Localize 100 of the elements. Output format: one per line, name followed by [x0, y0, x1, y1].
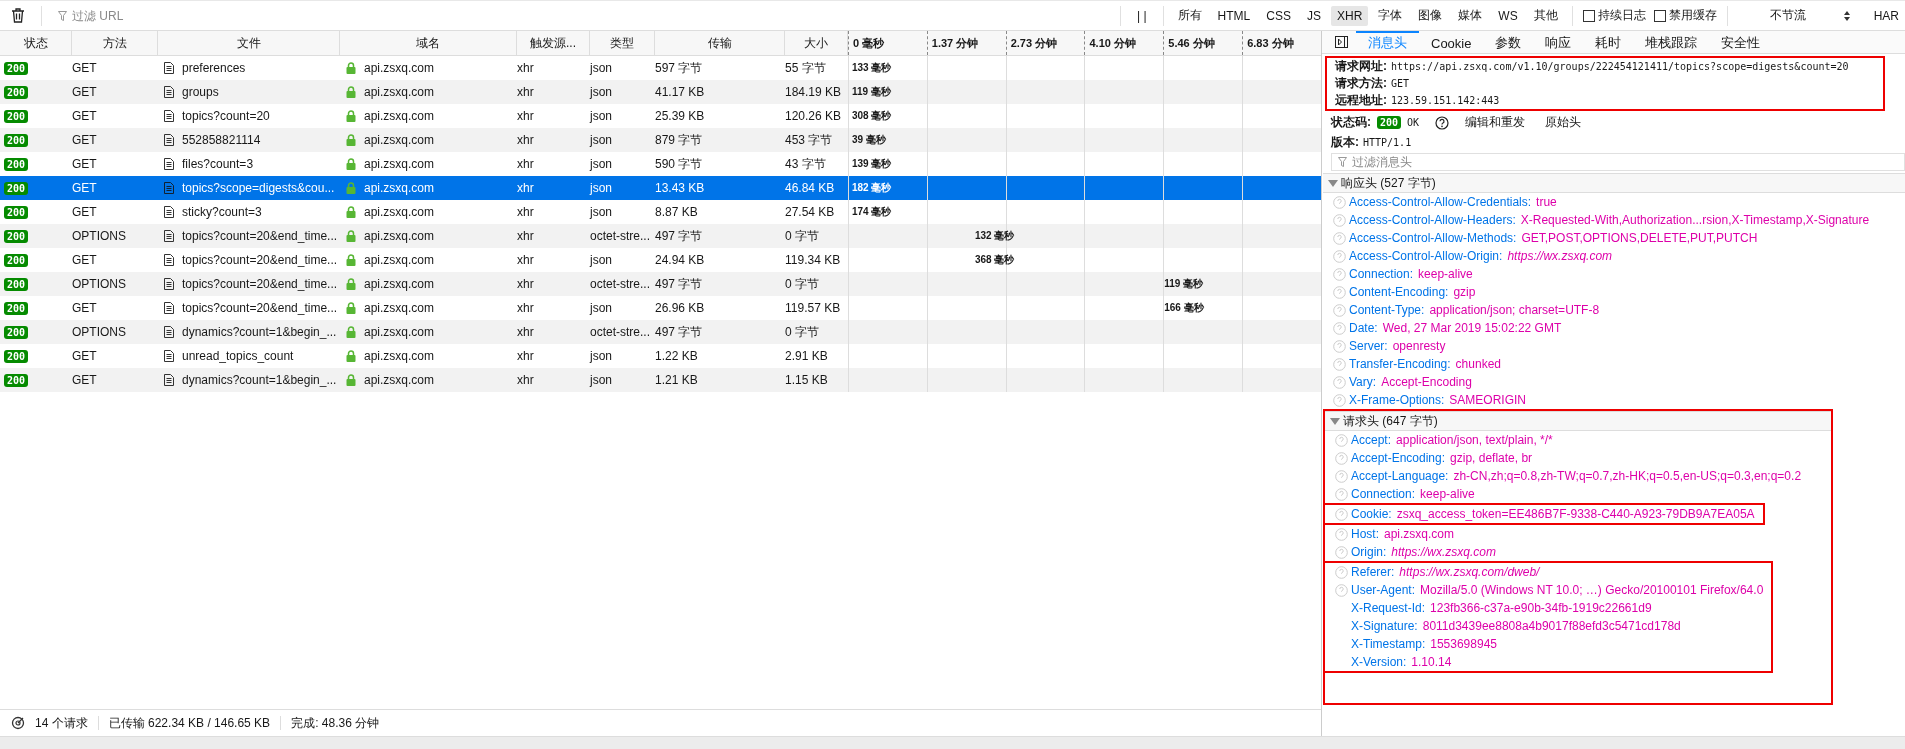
field-value: https://api.zsxq.com/v1.10/groups/222454121411/topics?scope=digests&count=20 — [1391, 61, 1849, 72]
details-tab[interactable]: 耗时 — [1583, 31, 1634, 53]
type-filter-button[interactable]: HTML — [1211, 5, 1257, 26]
details-tab[interactable]: 堆栈跟踪 — [1633, 31, 1710, 53]
header-filter-field[interactable]: 过滤消息头 — [1331, 153, 1905, 171]
table-cell: octet-stre... — [590, 229, 651, 243]
field-label: 版本: — [1331, 134, 1359, 151]
edit-resend-button[interactable]: 编辑和重发 — [1465, 114, 1526, 131]
raw-headers-button[interactable]: 原始头 — [1545, 114, 1582, 131]
type-filter-button[interactable]: 其他 — [1527, 4, 1564, 27]
har-button[interactable]: HAR — [1863, 5, 1905, 26]
table-cell: xhr — [517, 157, 534, 171]
table-cell: json — [590, 373, 612, 387]
type-filter-button[interactable]: 所有 — [1171, 4, 1208, 27]
timing-label: 139 毫秒 — [852, 157, 892, 171]
table-cell: topics?count=20&end_time... — [182, 277, 338, 291]
lock-icon — [346, 158, 356, 170]
throttle-select[interactable]: 不节流 — [1733, 7, 1864, 24]
details-tab[interactable]: Cookie — [1419, 31, 1484, 53]
status-code-badge: 200 — [4, 253, 29, 267]
table-cell: groups — [182, 85, 219, 99]
request-row[interactable]: 200 GET 552858821114 api.zsxq.com xhr json 879 字节 453 字节 39 毫秒 — [0, 128, 1321, 152]
type-filter-button[interactable]: XHR — [1330, 5, 1369, 26]
type-filter-button[interactable]: 媒体 — [1452, 4, 1489, 27]
section-header[interactable]: 响应头 (527 字节) — [1323, 173, 1905, 193]
table-cell: json — [590, 157, 612, 171]
help-icon[interactable] — [1435, 115, 1450, 130]
header-value: https://wx.zsxq.com/dweb/ — [1399, 565, 1540, 579]
field-label: 远程地址: — [1335, 92, 1387, 109]
table-cell: xhr — [517, 229, 534, 243]
header-name: X-Timestamp: — [1351, 637, 1426, 651]
column-header[interactable]: 触发源... — [517, 31, 590, 55]
pause-button[interactable]: | | — [1127, 5, 1157, 26]
table-cell: topics?count=20 — [182, 109, 270, 123]
header-value: gzip — [1453, 285, 1476, 299]
type-filter-button[interactable]: 图像 — [1412, 4, 1449, 27]
timing-label: 133 毫秒 — [852, 61, 892, 75]
table-cell: api.zsxq.com — [364, 205, 435, 219]
header-value: keep-alive — [1420, 487, 1475, 501]
filter-icon — [58, 10, 67, 21]
header-value: X-Requested-With,Authorization...rsion,X-Timestamp,X-Signature — [1520, 213, 1870, 227]
timing-label: 119 毫秒 — [852, 85, 891, 99]
checkbox[interactable] — [1582, 9, 1595, 22]
status-code-badge: 200 — [4, 157, 29, 171]
type-filter-button[interactable]: JS — [1300, 5, 1327, 26]
lock-icon — [346, 182, 356, 194]
type-filter-button[interactable]: 字体 — [1372, 4, 1409, 27]
details-tab[interactable]: 响应 — [1533, 31, 1584, 53]
header-value: gzip, deflate, br — [1450, 451, 1533, 465]
table-cell: 1.21 KB — [655, 373, 698, 387]
header-value: 8011d3439ee8808a4b9017f88efd3c5471cd178d — [1422, 619, 1681, 633]
details-tab[interactable]: 参数 — [1483, 31, 1534, 53]
request-row[interactable]: 200 OPTIONS topics?count=20&end_time... api.zsxq.com xhr octet-stre... 497 字节 0 字节 132 毫秒 — [0, 224, 1321, 248]
column-header[interactable]: 大小 — [785, 31, 848, 55]
request-row[interactable]: 200 OPTIONS topics?count=20&end_time... api.zsxq.com xhr octet-stre... 497 字节 0 字节 119 毫秒 — [0, 272, 1321, 296]
checkbox-option[interactable]: 持续日志 — [1582, 7, 1646, 24]
section-header[interactable]: 请求头 (647 字节) — [1325, 411, 1831, 431]
request-row[interactable]: 200 GET dynamics?count=1&begin_... api.zsxq.com xhr json 1.21 KB 1.15 KB — [0, 368, 1321, 392]
status-text: OK — [1407, 117, 1420, 128]
url-filter-field[interactable]: 过滤 URL — [48, 3, 1114, 28]
timing-label: 166 毫秒 — [1164, 301, 1204, 315]
trash-icon[interactable] — [11, 8, 25, 23]
column-header[interactable]: 方法 — [72, 31, 158, 55]
header-name: Access-Control-Allow-Credentials: — [1349, 195, 1532, 209]
field-label: 请求方法: — [1335, 75, 1387, 92]
timeline-tick-label: 2.73 分钟 — [1010, 35, 1058, 51]
table-cell: topics?count=20&end_time... — [182, 253, 338, 267]
document-icon — [164, 158, 174, 170]
lock-icon — [346, 278, 356, 290]
table-cell: octet-stre... — [590, 277, 651, 291]
type-filter-button[interactable]: CSS — [1260, 5, 1297, 26]
request-row[interactable]: 200 GET groups api.zsxq.com xhr json 41.17 KB 184.19 KB 119 毫秒 — [0, 80, 1321, 104]
table-cell: xhr — [517, 133, 534, 147]
header-name: Referer: — [1351, 565, 1395, 579]
column-header[interactable]: 传输 — [655, 31, 785, 55]
panel-toggle-icon[interactable] — [1335, 36, 1348, 48]
status-code-badge: 200 — [4, 133, 29, 147]
column-header[interactable]: 文件 — [158, 31, 340, 55]
column-header[interactable]: 状态 — [0, 31, 72, 55]
request-row[interactable]: 200 OPTIONS dynamics?count=1&begin_... api.zsxq.com xhr octet-stre... 497 字节 0 字节 — [0, 320, 1321, 344]
updown-caret-icon — [1843, 10, 1850, 21]
details-tab[interactable]: 安全性 — [1709, 31, 1773, 53]
checkbox[interactable] — [1653, 9, 1666, 22]
status-code-badge: 200 — [4, 277, 29, 291]
column-header[interactable]: 域名 — [340, 31, 517, 55]
status-code-badge: 200 — [4, 181, 29, 195]
table-cell: api.zsxq.com — [364, 277, 435, 291]
table-cell: GET — [72, 253, 97, 267]
timing-label: 39 毫秒 — [852, 133, 886, 147]
lock-icon — [346, 374, 356, 386]
column-header[interactable]: 类型 — [590, 31, 655, 55]
checkbox-option[interactable]: 禁用缓存 — [1653, 7, 1717, 24]
header-name: Server: — [1349, 339, 1388, 353]
type-filter-button[interactable]: WS — [1492, 5, 1524, 26]
request-row[interactable]: 200 GET topics?scope=digests&cou... api.zsxq.com xhr json 13.43 KB 46.84 KB 182 毫秒 — [0, 176, 1321, 200]
table-cell: files?count=3 — [182, 157, 254, 171]
field-label: 状态码: — [1331, 114, 1371, 131]
table-cell: 41.17 KB — [655, 85, 705, 99]
header-name: Content-Type: — [1349, 303, 1425, 317]
details-tab[interactable]: 消息头 — [1356, 31, 1419, 53]
